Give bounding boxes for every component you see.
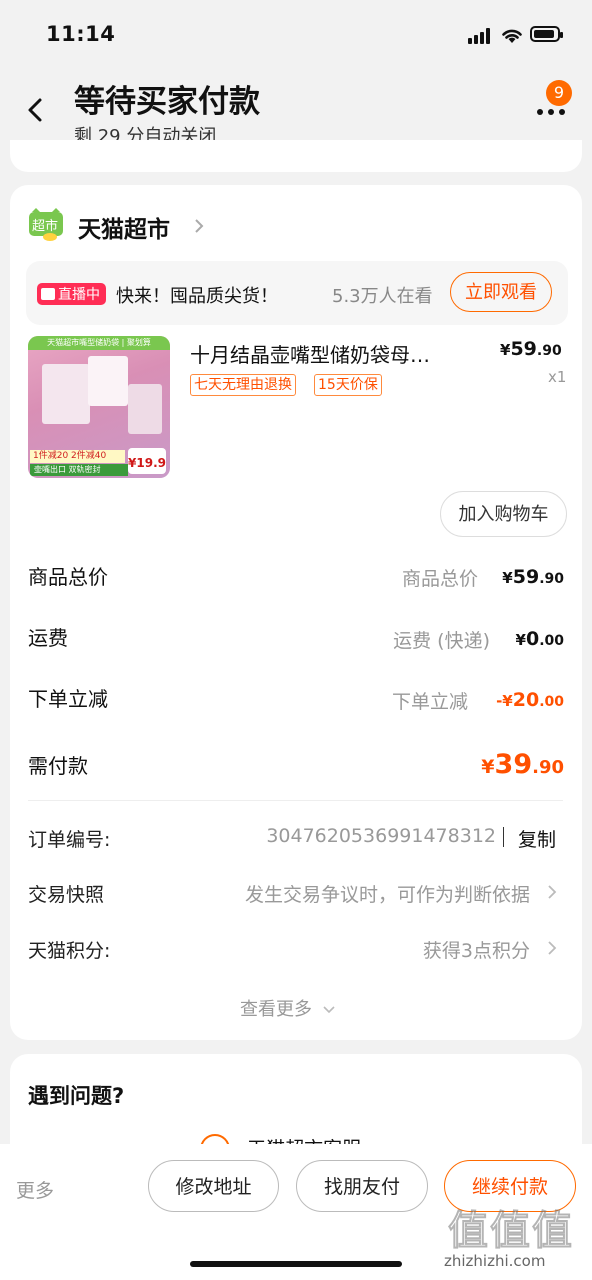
status-time: 11:14 [46,22,116,46]
add-to-cart-button[interactable]: 加入购物车 [440,491,567,537]
return-policy-tag: 七天无理由退换 [190,374,296,396]
more-button[interactable]: 更多 [16,1176,54,1203]
product-name[interactable]: 十月结晶壶嘴型储奶袋母… [190,339,470,368]
live-tag: 直播中 [37,283,106,305]
home-indicator [190,1261,402,1267]
live-viewers: 5.3万人在看 [332,286,433,307]
friend-pay-button[interactable]: 找朋友付 [296,1160,428,1212]
image-banner-text: 天猫超市嘴型储奶袋 | 聚划算 [28,336,170,350]
notification-badge: 9 [546,80,572,106]
copy-separator [503,827,504,847]
discount-value: -¥20.00 [496,689,564,711]
watermark-text: zhizhizhi.com [444,1252,546,1270]
snapshot-value[interactable]: 发生交易争议时，可作为判断依据 [245,880,530,907]
tmall-supermarket-logo: 超市 [28,208,64,242]
goods-total-sub: 商品总价 [401,568,478,590]
shop-icon-text: 超市 [32,219,59,234]
discount-label: 下单立减 [28,687,108,711]
chevron-right-icon[interactable] [192,216,206,236]
see-more-link[interactable]: 查看更多 [240,995,336,1021]
product-price: ¥59.90 [500,338,562,360]
goods-total-label: 商品总价 [28,565,108,589]
battery-icon [530,26,563,42]
live-bars-icon [41,288,55,300]
copy-button[interactable]: 复制 [518,825,556,852]
modify-address-button[interactable]: 修改地址 [148,1160,279,1212]
product-quantity: x1 [548,368,567,386]
shipping-label: 运费 [28,626,68,650]
live-tag-label: 直播中 [58,287,100,303]
help-title: 遇到问题? [28,1084,125,1108]
shipping-sub: 运费 (快递) [393,630,490,652]
price-protection-tag: 15天价保 [314,374,382,396]
shipping-value: ¥0.00 [515,628,564,650]
snapshot-label: 交易快照 [28,884,105,906]
divider [28,800,563,801]
points-value[interactable]: 获得3点积分 [423,936,530,963]
address-card-bottom [10,140,582,172]
chevron-right-icon[interactable] [547,940,557,956]
goods-total-value: ¥59.90 [502,566,564,588]
product-image[interactable]: 天猫超市嘴型储奶袋 | 聚划算 1件减20 2件减40 壶嘴出口 双轨密封 ¥1… [28,336,170,478]
shop-name[interactable]: 天猫超市 [78,210,170,244]
cellular-signal-icon [468,28,494,44]
image-price-text: ¥19.9 [128,448,166,474]
order-number: 3047620536991478312 [266,825,496,847]
wifi-icon [502,29,522,43]
image-promo-text: 1件减20 2件减40 [30,450,125,463]
chevron-right-icon[interactable] [547,884,557,900]
live-text: 快来！囤品质尖货！ [116,286,278,307]
amount-due-value: ¥39.90 [481,749,564,780]
chevron-down-icon [323,1006,335,1014]
amount-due-label: 需付款 [28,754,88,778]
watch-live-button[interactable]: 立即观看 [450,272,552,312]
points-label: 天猫积分: [28,940,111,962]
discount-sub: 下单立减 [391,691,468,713]
order-number-label: 订单编号: [28,829,111,851]
image-promo2-text: 壶嘴出口 双轨密封 [30,464,128,476]
back-arrow-icon[interactable] [22,92,52,128]
watermark-logo: 值值值 [447,1207,574,1255]
page-title: 等待买家付款 [74,84,260,120]
